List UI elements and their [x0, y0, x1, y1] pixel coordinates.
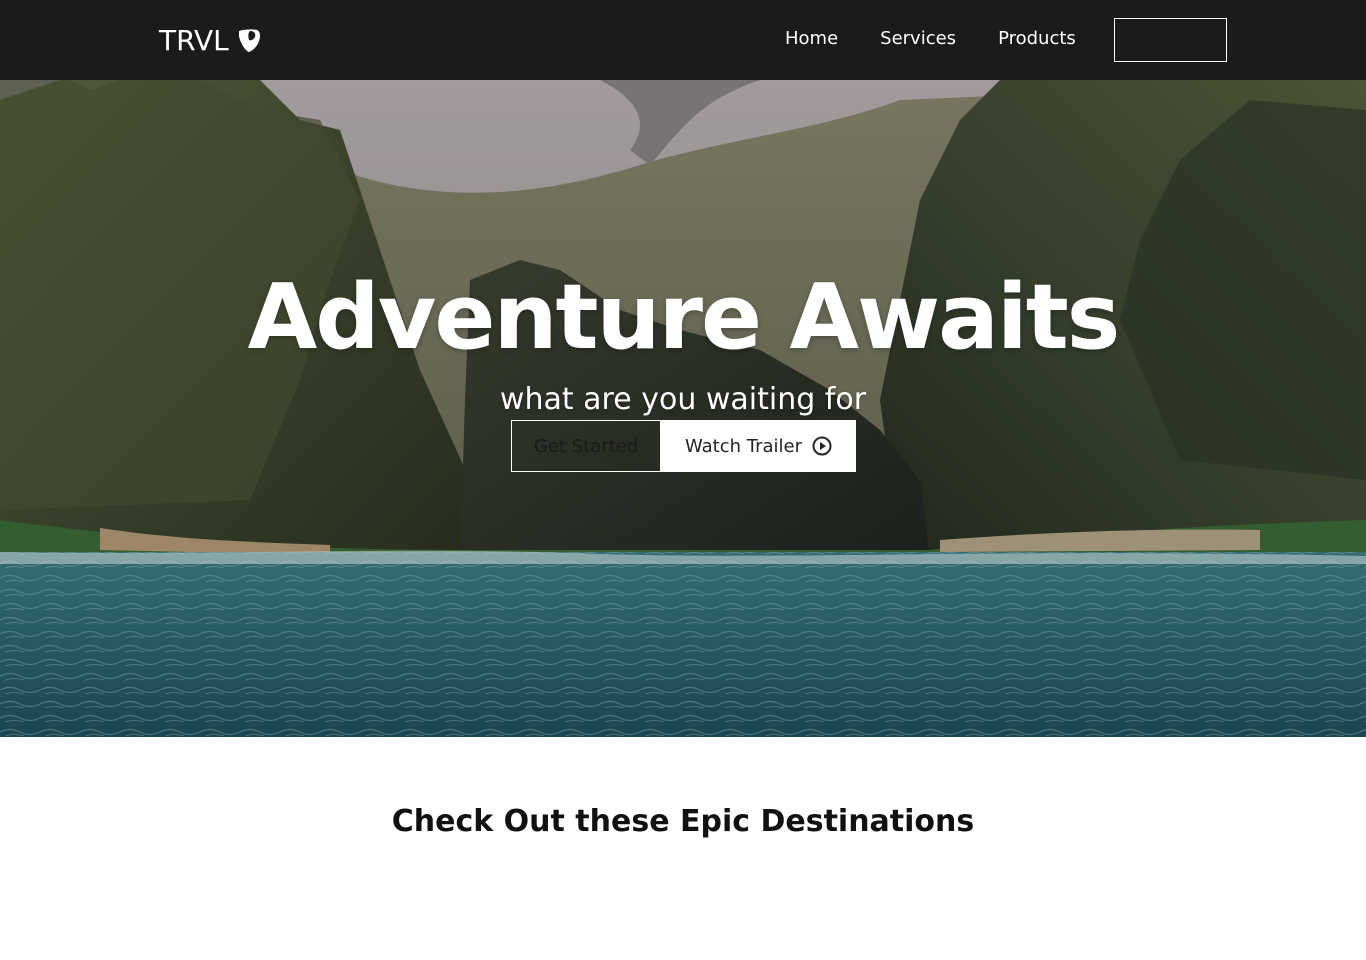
- hero-title: Adventure Awaits: [247, 265, 1121, 370]
- play-circle-icon: [812, 436, 832, 456]
- watch-trailer-label: Watch Trailer: [684, 435, 803, 457]
- signup-button[interactable]: SIGN UP: [1114, 18, 1227, 62]
- nav-link-products[interactable]: Products: [998, 28, 1076, 49]
- watch-trailer-button[interactable]: Watch Trailer: [661, 420, 856, 472]
- typo3-shield-icon: [237, 28, 263, 54]
- destinations-heading: Check Out these Epic Destinations: [391, 804, 975, 839]
- nav-link-home[interactable]: Home: [785, 28, 838, 49]
- logo-text: TRVL: [159, 24, 229, 57]
- hero-subtitle: what are you waiting for: [499, 382, 867, 417]
- nav-links: Home Services Products: [785, 28, 1076, 49]
- navbar: TRVL Home Services Products SIGN UP: [0, 0, 1366, 80]
- nav-link-services[interactable]: Services: [880, 28, 956, 49]
- logo[interactable]: TRVL: [159, 24, 263, 57]
- hero-buttons: Get Started Watch Trailer: [511, 420, 856, 472]
- hero-section: Adventure Awaits what are you waiting fo…: [0, 80, 1366, 737]
- get-started-button[interactable]: Get Started: [511, 420, 661, 472]
